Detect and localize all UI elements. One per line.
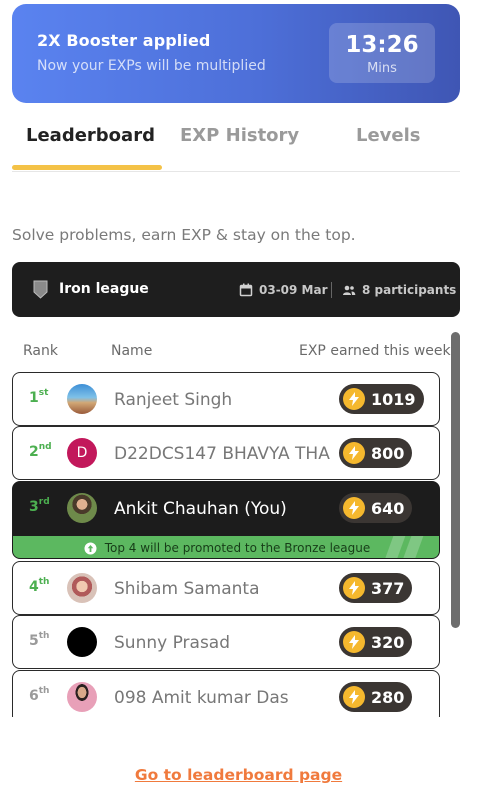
player-name: D22DCS147 BHAVYA THAKKAR: [114, 444, 330, 464]
lightning-icon: [343, 577, 365, 599]
lightning-icon: [343, 686, 365, 708]
leaderboard-row[interactable]: 6th 098 Amit kumar Das 280: [12, 670, 440, 717]
tab-bar: Leaderboard EXP History Levels: [12, 115, 460, 172]
exp-badge: 280: [339, 682, 413, 712]
active-tab-indicator: [12, 165, 162, 170]
lightning-icon: [343, 442, 365, 464]
stripe-decoration: [402, 536, 424, 558]
exp-value: 1019: [371, 389, 416, 409]
lightning-icon: [343, 631, 365, 653]
league-name: Iron league: [59, 281, 149, 297]
rank-label: 3rd: [29, 497, 50, 515]
leaderboard-row[interactable]: 4th Shibam Samanta 377: [12, 561, 440, 615]
exp-value: 640: [371, 498, 405, 518]
avatar: [67, 627, 97, 657]
column-exp: EXP earned this week: [299, 343, 451, 359]
promotion-text: Top 4 will be promoted to the Bronze lea…: [104, 541, 371, 555]
leaderboard-row[interactable]: 5th Sunny Prasad 320: [12, 615, 440, 669]
player-name: Sunny Prasad: [114, 633, 231, 653]
player-name: 098 Amit kumar Das: [114, 688, 289, 708]
tab-exp-history[interactable]: EXP History: [180, 125, 299, 146]
calendar-icon: [239, 283, 253, 297]
exp-value: 320: [371, 632, 405, 652]
people-icon: [343, 285, 356, 295]
timer-value: 13:26: [345, 32, 419, 58]
go-to-leaderboard-link[interactable]: Go to leaderboard page: [0, 766, 477, 784]
arrow-up-circle-icon: [84, 542, 97, 554]
player-name: Shibam Samanta: [114, 579, 260, 599]
exp-badge: 1019: [339, 384, 424, 414]
participant-count: 8 participants: [362, 283, 457, 297]
exp-value: 800: [371, 443, 405, 463]
exp-value: 377: [371, 578, 405, 598]
leaderboard-row-current-user[interactable]: 3rd Ankit Chauhan (You) 640 Top 4 will b…: [12, 481, 440, 559]
divider: [331, 282, 332, 298]
avatar: D: [67, 438, 97, 468]
column-rank: Rank: [23, 343, 58, 359]
scrollbar[interactable]: [451, 332, 460, 628]
stripe-decoration: [384, 536, 406, 558]
avatar: [67, 573, 97, 603]
avatar: [67, 493, 97, 523]
player-name: Ankit Chauhan (You): [114, 499, 287, 519]
rank-label: 6th: [29, 686, 50, 704]
rank-label: 1st: [29, 388, 49, 406]
tab-levels[interactable]: Levels: [356, 125, 421, 146]
column-name: Name: [111, 343, 153, 359]
exp-badge: 320: [339, 627, 413, 657]
exp-badge: 640: [339, 493, 413, 523]
rank-label: 5th: [29, 631, 50, 649]
leaderboard-list[interactable]: 1st Ranjeet Singh 1019 2nd D D22DCS147 B…: [0, 365, 450, 717]
exp-value: 280: [371, 687, 405, 707]
shield-icon: [33, 280, 48, 299]
leaderboard-row[interactable]: 2nd D D22DCS147 BHAVYA THAKKAR 800: [12, 426, 440, 480]
league-dates: 03-09 Mar: [259, 283, 328, 297]
timer-unit: Mins: [367, 61, 397, 76]
exp-badge: 377: [339, 573, 413, 603]
promotion-banner: Top 4 will be promoted to the Bronze lea…: [13, 536, 439, 558]
booster-timer: 13:26 Mins: [329, 23, 435, 83]
lightning-icon: [343, 388, 365, 410]
rank-label: 4th: [29, 577, 50, 595]
leaderboard-row[interactable]: 1st Ranjeet Singh 1019: [12, 372, 440, 426]
avatar: [67, 682, 97, 712]
exp-badge: 800: [339, 438, 413, 468]
avatar: [67, 384, 97, 414]
tab-leaderboard[interactable]: Leaderboard: [26, 125, 155, 146]
player-name: Ranjeet Singh: [114, 390, 233, 410]
intro-text: Solve problems, earn EXP & stay on the t…: [12, 226, 356, 244]
booster-subtitle: Now your EXPs will be multiplied: [37, 58, 266, 74]
booster-banner: 2X Booster applied Now your EXPs will be…: [12, 4, 460, 103]
booster-title: 2X Booster applied: [37, 31, 211, 50]
league-bar: Iron league 03-09 Mar 8 participants: [12, 262, 460, 317]
rank-label: 2nd: [29, 442, 52, 460]
lightning-icon: [343, 497, 365, 519]
